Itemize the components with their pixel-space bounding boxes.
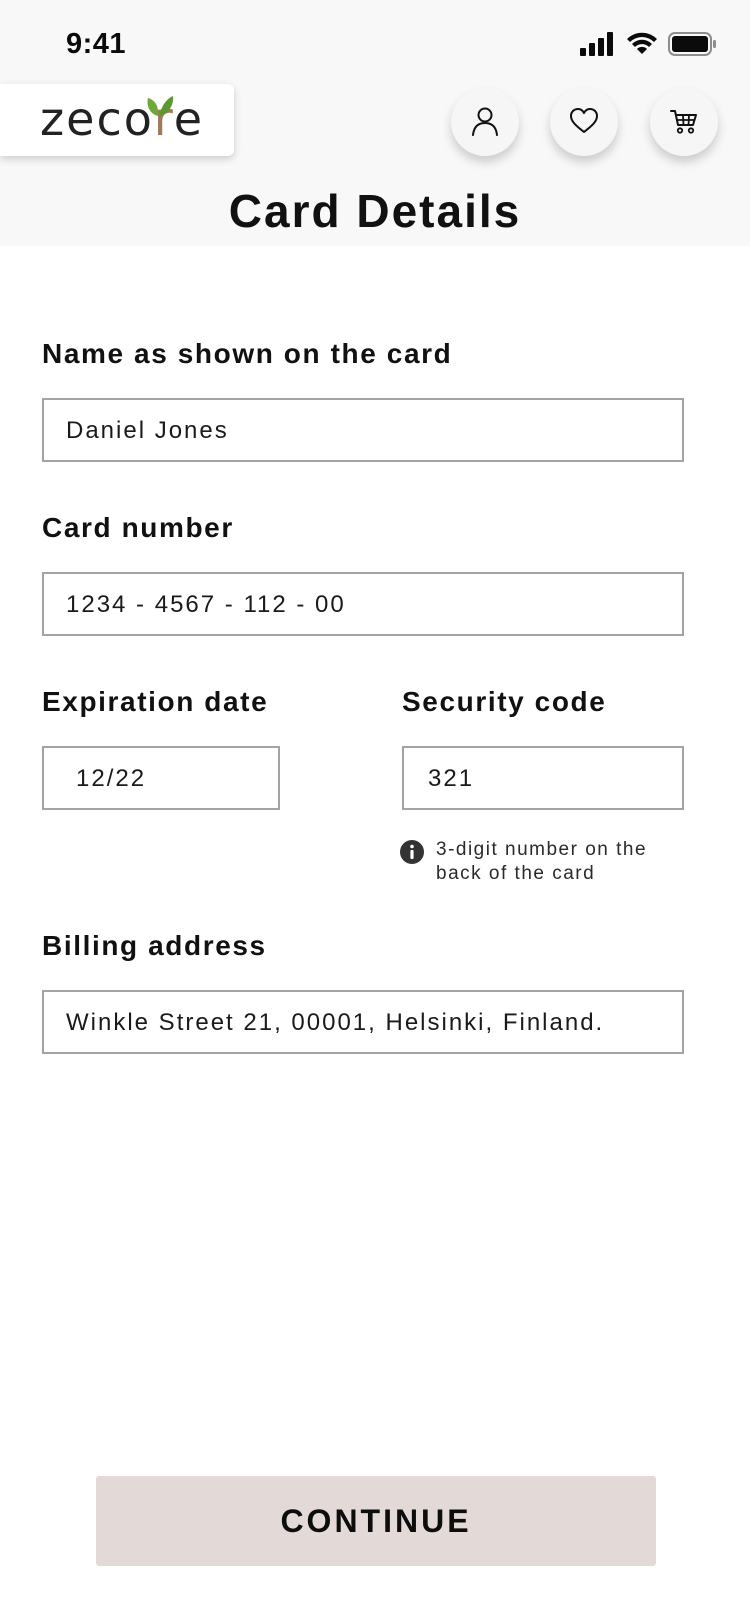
security-code-label: Security code: [402, 686, 607, 717]
page-title: Card Details: [228, 185, 522, 237]
expiration-field-value: 12/22: [76, 765, 147, 792]
security-code-field-value: 321: [428, 765, 475, 792]
security-code-hint-text: 3-digit number on the back of the card: [436, 839, 648, 884]
user-icon: [472, 107, 498, 136]
status-icons: [580, 32, 720, 62]
expiration-field[interactable]: 12/22: [42, 746, 280, 810]
card-number-field[interactable]: 1234 - 4567 - 112 - 00: [42, 572, 684, 636]
continue-button[interactable]: CONTINUE: [96, 1476, 656, 1566]
account-button[interactable]: [451, 88, 519, 156]
battery-icon: [668, 32, 716, 56]
billing-address-label: Billing address: [42, 930, 267, 961]
wishlist-button[interactable]: [550, 88, 618, 156]
heart-icon: [570, 108, 598, 133]
brand-logo: zecore: [40, 92, 205, 146]
billing-address-field-value: Winkle Street 21, 00001, Helsinki, Finla…: [66, 1009, 605, 1036]
security-code-field[interactable]: 321: [402, 746, 684, 810]
info-icon: [400, 840, 424, 864]
card-number-field-value: 1234 - 4567 - 112 - 00: [66, 591, 346, 618]
leaf-icon: [147, 96, 174, 116]
billing-address-field[interactable]: Winkle Street 21, 00001, Helsinki, Finla…: [42, 990, 684, 1054]
name-field-value: Daniel Jones: [66, 417, 229, 444]
status-time: 9:41: [66, 28, 127, 60]
expiration-label: Expiration date: [42, 686, 269, 717]
name-label: Name as shown on the card: [42, 338, 453, 369]
name-field[interactable]: Daniel Jones: [42, 398, 684, 462]
cart-icon: [670, 110, 697, 134]
cart-button[interactable]: [650, 88, 718, 156]
wifi-icon: [627, 32, 657, 54]
card-number-label: Card number: [42, 512, 234, 543]
cellular-signal-icon: [580, 32, 613, 56]
